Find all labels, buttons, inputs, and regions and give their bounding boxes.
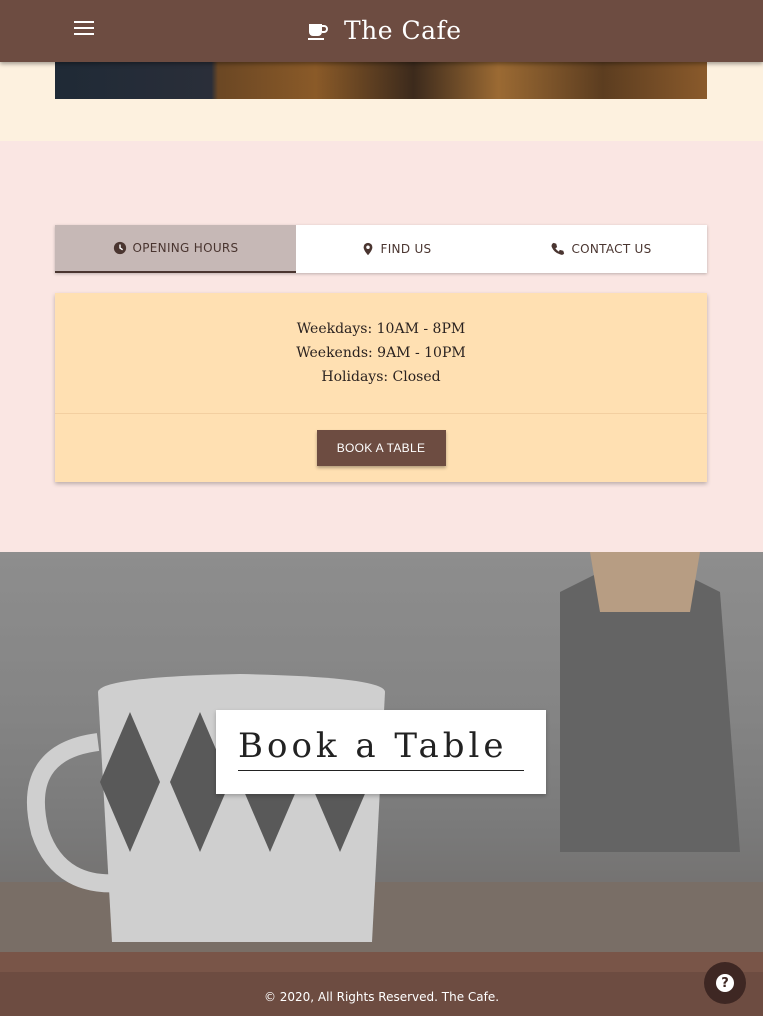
card-actions: Book a Table bbox=[55, 414, 707, 482]
brand-title: The Cafe bbox=[344, 15, 462, 45]
hero-section bbox=[0, 62, 763, 141]
tab-label: Find Us bbox=[380, 242, 432, 256]
phone-icon bbox=[551, 242, 565, 255]
book-table-banner: Book a Table bbox=[0, 552, 763, 952]
map-marker-icon bbox=[363, 242, 372, 256]
holidays-hours: Holidays: Closed bbox=[321, 369, 441, 385]
coffee-beans-image bbox=[55, 62, 707, 99]
tab-label: Contact Us bbox=[571, 242, 652, 256]
brand[interactable]: The Cafe bbox=[306, 14, 462, 46]
help-icon: ? bbox=[716, 974, 734, 992]
footer-band bbox=[0, 952, 763, 972]
copyright-text: © 2020, All Rights Reserved. The Cafe. bbox=[263, 990, 500, 1004]
footer: © 2020, All Rights Reserved. The Cafe. bbox=[0, 952, 763, 1016]
tab-contact-us[interactable]: Contact Us bbox=[496, 225, 707, 273]
top-navbar: The Cafe bbox=[0, 0, 763, 62]
weekends-hours: Weekends: 9AM - 10PM bbox=[296, 345, 466, 361]
weekdays-hours: Weekdays: 10AM - 8PM bbox=[296, 321, 466, 337]
book-table-button[interactable]: Book a Table bbox=[316, 430, 446, 466]
info-section: Opening Hours Find Us Contact Us Weekday… bbox=[0, 141, 763, 552]
banner-title-box: Book a Table bbox=[216, 710, 546, 794]
opening-hours-card: Weekdays: 10AM - 8PM Weekends: 9AM - 10P… bbox=[55, 293, 707, 482]
hours-list: Weekdays: 10AM - 8PM Weekends: 9AM - 10P… bbox=[55, 293, 707, 414]
tab-label: Opening Hours bbox=[132, 241, 239, 255]
coffee-cup-icon bbox=[308, 24, 328, 40]
banner-title: Book a Table bbox=[238, 726, 524, 771]
tab-opening-hours[interactable]: Opening Hours bbox=[55, 225, 296, 273]
help-button[interactable]: ? bbox=[704, 962, 746, 1004]
info-tabs: Opening Hours Find Us Contact Us bbox=[55, 225, 707, 273]
clock-icon bbox=[113, 241, 126, 255]
menu-icon[interactable] bbox=[74, 21, 94, 37]
tab-find-us[interactable]: Find Us bbox=[296, 225, 496, 273]
